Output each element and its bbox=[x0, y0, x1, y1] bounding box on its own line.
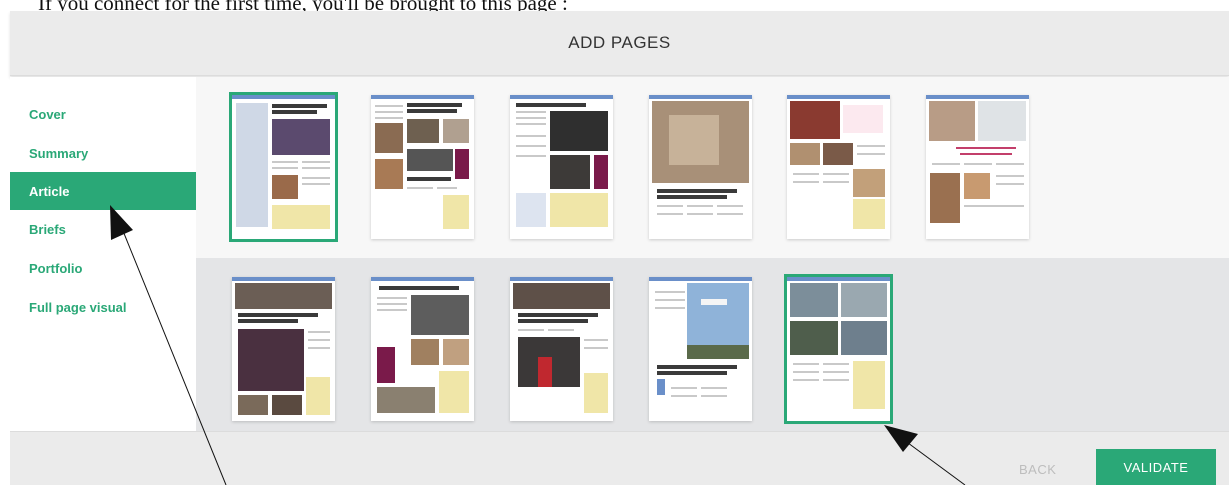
sidebar-item-label: Article bbox=[29, 183, 70, 199]
back-button[interactable]: BACK bbox=[1019, 462, 1056, 477]
category-sidebar: Cover Summary Article Briefs Portfolio F… bbox=[10, 77, 196, 431]
page-title: ADD PAGES bbox=[568, 33, 671, 52]
page-template-thumbnail[interactable] bbox=[926, 95, 1029, 239]
sidebar-item-briefs[interactable]: Briefs bbox=[10, 210, 196, 248]
sidebar-item-label: Portfolio bbox=[29, 260, 83, 276]
page-template-thumbnail[interactable] bbox=[510, 95, 613, 239]
sidebar-item-article[interactable]: Article bbox=[10, 172, 196, 210]
sidebar-item-label: Cover bbox=[29, 106, 66, 122]
sidebar-item-label: Summary bbox=[29, 145, 89, 161]
sidebar-item-summary[interactable]: Summary bbox=[10, 134, 196, 172]
sidebar-item-cover[interactable]: Cover bbox=[10, 95, 196, 133]
page-template-thumbnail[interactable] bbox=[784, 274, 893, 424]
sidebar-item-label: Full page visual bbox=[29, 299, 127, 315]
sidebar-item-portfolio[interactable]: Portfolio bbox=[10, 249, 196, 287]
page-template-thumbnail[interactable] bbox=[649, 95, 752, 239]
page-template-thumbnail[interactable] bbox=[371, 95, 474, 239]
page-template-thumbnail[interactable] bbox=[229, 92, 338, 242]
validate-button[interactable]: VALIDATE bbox=[1096, 449, 1216, 485]
page-template-thumbnail[interactable] bbox=[510, 277, 613, 421]
sidebar-item-label: Briefs bbox=[29, 221, 66, 237]
page-template-thumbnail[interactable] bbox=[649, 277, 752, 421]
page-template-thumbnail[interactable] bbox=[787, 95, 890, 239]
page-template-thumbnail[interactable] bbox=[232, 277, 335, 421]
sidebar-item-full-page-visual[interactable]: Full page visual bbox=[10, 288, 196, 326]
page-template-thumbnail[interactable] bbox=[371, 277, 474, 421]
footer-bar: BACK VALIDATE bbox=[10, 431, 1229, 485]
header-bar: ADD PAGES bbox=[10, 11, 1229, 76]
